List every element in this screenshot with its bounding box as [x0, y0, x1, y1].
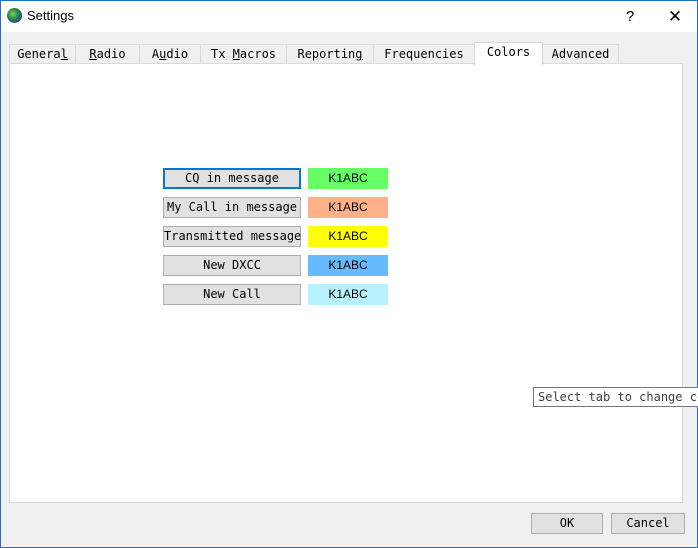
tab-label: Radio	[89, 47, 126, 61]
tab-label: Colors	[486, 45, 531, 59]
tab-label: Advanced	[551, 47, 610, 61]
tab-label: Frequencies	[384, 47, 464, 61]
transmitted-color-swatch: K1ABC	[308, 226, 388, 247]
new-call-color-swatch: K1ABC	[308, 284, 388, 305]
tab-radio[interactable]: Radio	[75, 44, 140, 63]
ok-button[interactable]: OK	[531, 513, 603, 534]
settings-window: Settings ? ✕ General Radio Audio Tx Macr…	[0, 0, 698, 548]
tab-colors[interactable]: Colors	[474, 42, 543, 65]
cq-in-message-button[interactable]: CQ in message	[163, 168, 301, 189]
new-dxcc-button[interactable]: New DXCC	[163, 255, 301, 276]
tab-frequencies[interactable]: Frequencies	[373, 44, 475, 63]
tab-reporting[interactable]: Reporting	[286, 44, 374, 63]
title-bar: Settings ? ✕	[1, 1, 697, 32]
tab-advanced[interactable]: Advanced	[542, 44, 619, 63]
my-call-in-message-button[interactable]: My Call in message	[163, 197, 301, 218]
help-button[interactable]: ?	[613, 1, 647, 32]
window-title: Settings	[27, 8, 74, 23]
tab-label: General	[17, 47, 68, 61]
tab-tx-macros[interactable]: Tx Macros	[200, 44, 287, 63]
my-call-color-swatch: K1ABC	[308, 197, 388, 218]
new-call-button[interactable]: New Call	[163, 284, 301, 305]
app-globe-icon	[7, 8, 22, 23]
tab-general[interactable]: General	[9, 44, 76, 63]
tab-label: Tx Macros	[210, 47, 277, 61]
tab-audio[interactable]: Audio	[139, 44, 201, 63]
cancel-button[interactable]: Cancel	[611, 513, 685, 534]
close-icon: ✕	[667, 7, 683, 26]
tab-label: Audio	[151, 47, 189, 61]
close-button[interactable]: ✕	[655, 1, 695, 32]
tooltip: Select tab to change co	[533, 387, 698, 407]
transmitted-message-button[interactable]: Transmitted message	[163, 226, 301, 247]
colors-panel: CQ in message K1ABC My Call in message K…	[9, 63, 683, 503]
new-dxcc-color-swatch: K1ABC	[308, 255, 388, 276]
cq-color-swatch: K1ABC	[308, 168, 388, 189]
tab-label: Reporting	[297, 47, 363, 61]
